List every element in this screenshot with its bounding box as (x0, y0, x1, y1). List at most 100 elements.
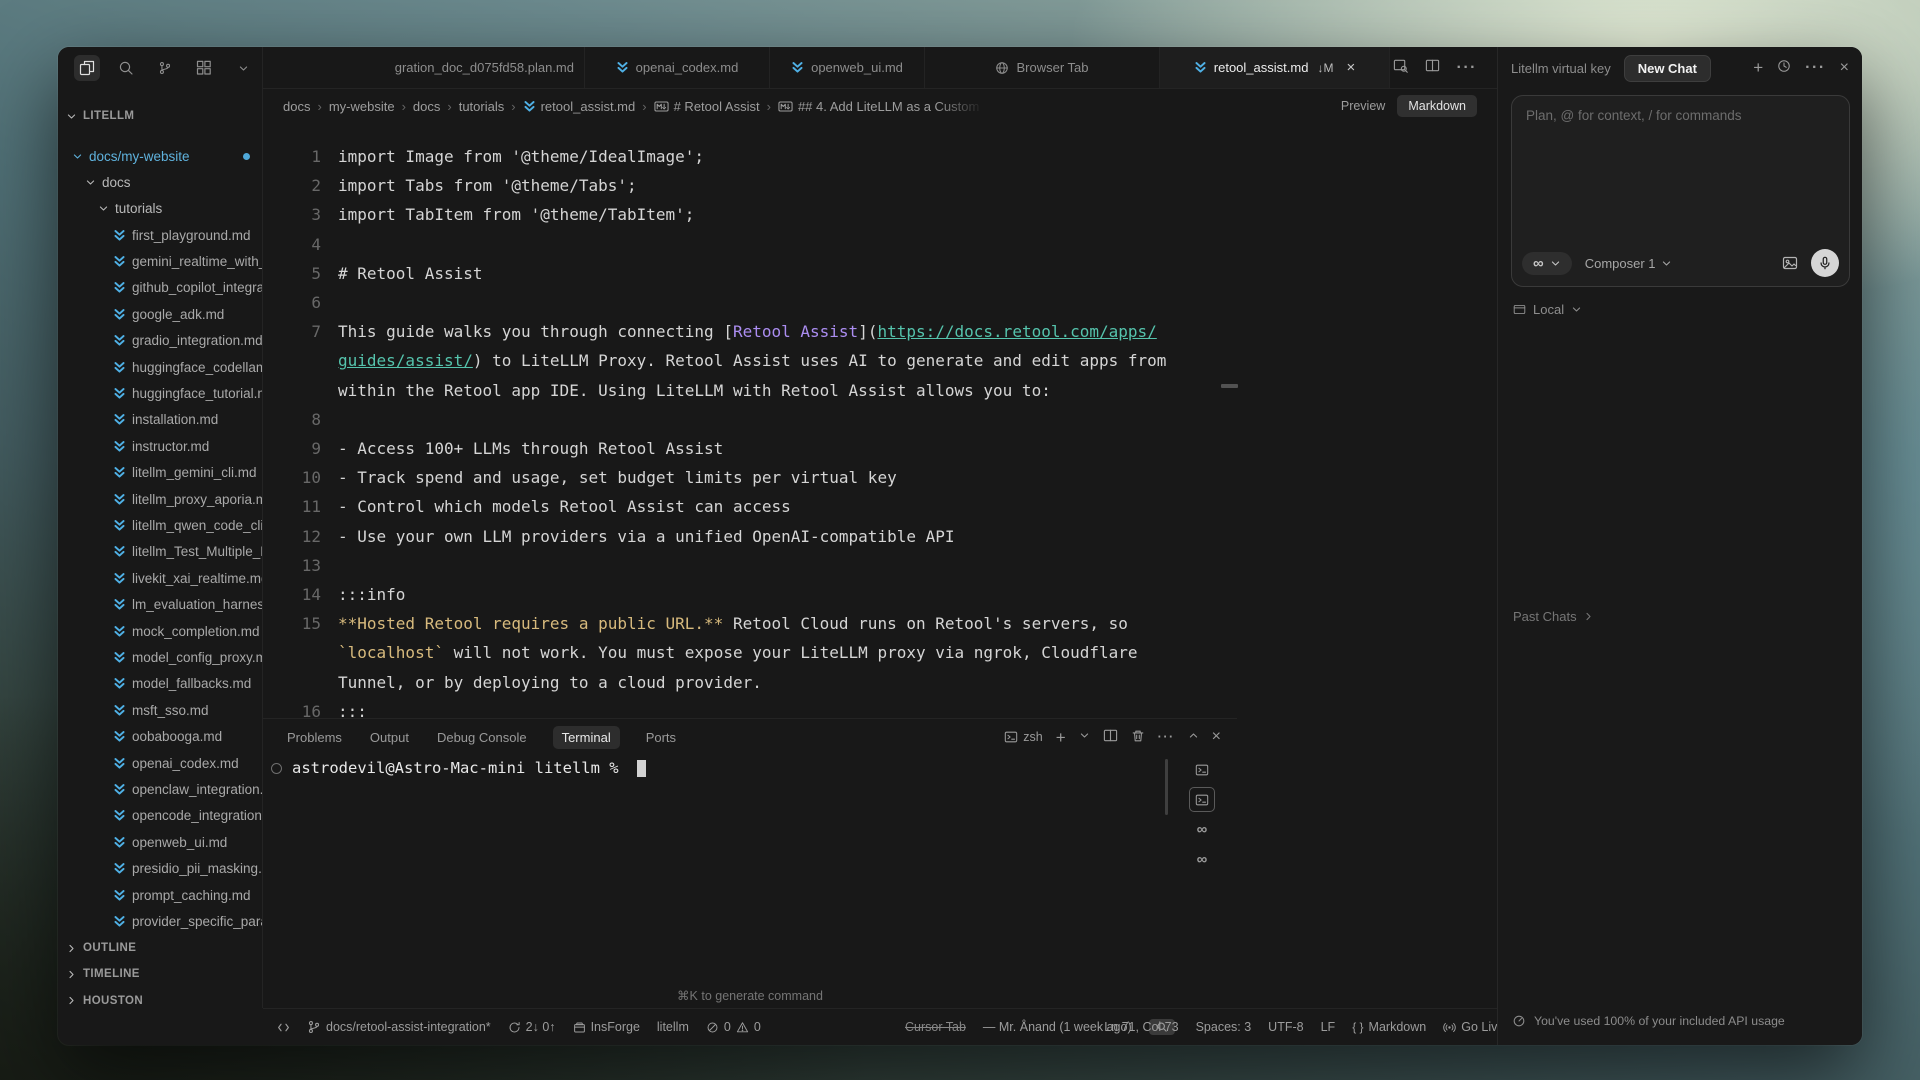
maximize-panel[interactable] (1188, 730, 1199, 744)
preview-button[interactable]: Preview (1341, 99, 1385, 113)
status-cursor-tab[interactable]: Cursor Tab (905, 1020, 966, 1034)
file-litellm_gemini_cli.md[interactable]: litellm_gemini_cli.md (58, 460, 262, 486)
status-remote-indicator[interactable] (277, 1021, 290, 1034)
status-litellm[interactable]: litellm (657, 1020, 689, 1034)
status-problems[interactable]: 00 (706, 1020, 761, 1034)
breadcrumb-item[interactable]: tutorials (459, 99, 505, 114)
folder-docs[interactable]: docs (58, 169, 262, 195)
section-timeline[interactable]: TIMELINE (58, 961, 262, 987)
file-litellm_Test_Multiple_Pr...[interactable]: litellm_Test_Multiple_Pr... (58, 539, 262, 565)
agent-selector[interactable]: Composer 1 (1585, 256, 1672, 271)
file-instructor.md[interactable]: instructor.md (58, 433, 262, 459)
activity-source-control[interactable] (152, 55, 178, 81)
breadcrumb-item[interactable]: # Retool Assist (654, 99, 760, 114)
close-panel[interactable]: × (1212, 729, 1221, 745)
section-houston[interactable]: HOUSTON (58, 988, 262, 1008)
breadcrumb-item[interactable]: docs (413, 99, 440, 114)
shell-select[interactable]: zsh (1004, 730, 1042, 744)
terminal-content[interactable]: astrodevil@Astro-Mac-mini litellm % (271, 759, 646, 777)
file-opencode_integration.md[interactable]: opencode_integration.md (58, 803, 262, 829)
activity-more-views[interactable] (230, 55, 256, 81)
file-provider_specific_para...[interactable]: provider_specific_para... (58, 908, 262, 934)
status-encoding[interactable]: UTF-8 (1268, 1020, 1303, 1034)
breadcrumb-item[interactable]: ## 4. Add LiteLLM as a Custom Provider i… (778, 99, 988, 114)
status-language-mode[interactable]: { }Markdown (1352, 1020, 1426, 1034)
file-first_playground.md[interactable]: first_playground.md (58, 222, 262, 248)
file-litellm_qwen_code_cli.md[interactable]: litellm_qwen_code_cli.md (58, 512, 262, 538)
panel-tab-ports[interactable]: Ports (644, 726, 678, 749)
environment-selector[interactable]: Local (1513, 302, 1582, 317)
new-terminal[interactable]: + (1056, 729, 1066, 746)
file-gemini_realtime_with_a...[interactable]: gemini_realtime_with_a... (58, 248, 262, 274)
folder-docs/my-website[interactable]: docs/my-website (58, 143, 262, 169)
folder-tutorials[interactable]: tutorials (58, 195, 262, 221)
status-go-live[interactable]: Go Live (1443, 1020, 1504, 1034)
status-git-branch[interactable]: docs/retool-assist-integration* (307, 1020, 491, 1034)
panel-tab-terminal[interactable]: Terminal (553, 726, 620, 749)
file-huggingface_tutorial.md[interactable]: huggingface_tutorial.md (58, 380, 262, 406)
more-terminal-actions[interactable]: ··· (1158, 730, 1175, 744)
attach-image-icon[interactable] (1782, 255, 1798, 271)
tab-retool_assist.md[interactable]: retool_assist.md↓M× (1160, 47, 1390, 88)
file-github_copilot_integrati...[interactable]: github_copilot_integrati... (58, 275, 262, 301)
new-chat-tab[interactable]: New Chat (1624, 55, 1711, 82)
file-huggingface_codellama...[interactable]: huggingface_codellama... (58, 354, 262, 380)
panel-tab-output[interactable]: Output (368, 726, 411, 749)
customize-layout[interactable] (1393, 58, 1408, 78)
file-mock_completion.md[interactable]: mock_completion.md (58, 618, 262, 644)
file-presidio_pii_masking.md[interactable]: presidio_pii_masking.md (58, 856, 262, 882)
status-eol[interactable]: LF (1321, 1020, 1336, 1034)
split-editor[interactable] (1425, 58, 1440, 78)
status-git-sync[interactable]: 2↓ 0↑ (508, 1020, 556, 1034)
file-msft_sso.md[interactable]: msft_sso.md (58, 697, 262, 723)
markdown-mode-button[interactable]: Markdown (1397, 95, 1477, 117)
file-gradio_integration.md[interactable]: gradio_integration.md (58, 328, 262, 354)
panel-tab-debug-console[interactable]: Debug Console (435, 726, 529, 749)
tab-gration_doc_d075fd58.plan.md[interactable]: gration_doc_d075fd58.plan.md (263, 47, 585, 88)
agent-terminal-instance[interactable]: ∞ (1189, 847, 1215, 872)
file-oobabooga.md[interactable]: oobabooga.md (58, 724, 262, 750)
terminal-scrollbar[interactable] (1165, 759, 1168, 815)
terminal-instance[interactable] (1189, 757, 1215, 782)
tab-Browser Tab[interactable]: Browser Tab (925, 47, 1160, 88)
file-model_fallbacks.md[interactable]: model_fallbacks.md (58, 671, 262, 697)
activity-extensions[interactable] (191, 55, 217, 81)
more-actions[interactable]: ··· (1457, 59, 1477, 77)
chat-composer[interactable]: Plan, @ for context, / for commands ∞ Co… (1511, 95, 1850, 287)
close-panel[interactable]: × (1840, 59, 1849, 77)
breadcrumb-item[interactable]: my-website (329, 99, 395, 114)
file-prompt_caching.md[interactable]: prompt_caching.md (58, 882, 262, 908)
activity-explorer[interactable] (74, 55, 100, 81)
breadcrumb-item[interactable]: docs (283, 99, 310, 114)
new-chat[interactable]: + (1753, 59, 1763, 78)
workspace-header[interactable]: LITELLM (58, 103, 262, 129)
chat-history[interactable] (1777, 59, 1791, 78)
file-openai_codex.md[interactable]: openai_codex.md (58, 750, 262, 776)
split-terminal[interactable] (1103, 728, 1118, 746)
file-litellm_proxy_aporia.md[interactable]: litellm_proxy_aporia.md (58, 486, 262, 512)
breadcrumb-item[interactable]: retool_assist.md (523, 99, 636, 114)
file-lm_evaluation_harness....[interactable]: lm_evaluation_harness.... (58, 592, 262, 618)
file-livekit_xai_realtime.md[interactable]: livekit_xai_realtime.md (58, 565, 262, 591)
more-chat-actions[interactable]: ··· (1805, 59, 1825, 77)
tab-openai_codex.md[interactable]: openai_codex.md (585, 47, 770, 88)
file-google_adk.md[interactable]: google_adk.md (58, 301, 262, 327)
file-openweb_ui.md[interactable]: openweb_ui.md (58, 829, 262, 855)
past-chats[interactable]: Past Chats (1513, 609, 1594, 624)
section-outline[interactable]: OUTLINE (58, 935, 262, 961)
agent-terminal-instance[interactable]: ∞ (1189, 817, 1215, 842)
file-openclaw_integration.md[interactable]: openclaw_integration.md (58, 776, 262, 802)
voice-input-button[interactable] (1811, 249, 1839, 277)
model-mode-selector[interactable]: ∞ (1522, 252, 1572, 275)
activity-search[interactable] (113, 55, 139, 81)
status-cursor-position[interactable]: Ln 71, Col 73 (1104, 1020, 1178, 1034)
status-insforge[interactable]: InsForge (573, 1020, 640, 1034)
tab-openweb_ui.md[interactable]: openweb_ui.md (770, 47, 925, 88)
terminal-instance[interactable] (1189, 787, 1215, 812)
launch-profile[interactable] (1079, 730, 1090, 744)
previous-chat-tab[interactable]: Litellm virtual key (1511, 61, 1611, 76)
close-tab-icon[interactable]: × (1346, 59, 1355, 76)
file-installation.md[interactable]: installation.md (58, 407, 262, 433)
file-model_config_proxy.md[interactable]: model_config_proxy.md (58, 644, 262, 670)
panel-tab-problems[interactable]: Problems (285, 726, 344, 749)
